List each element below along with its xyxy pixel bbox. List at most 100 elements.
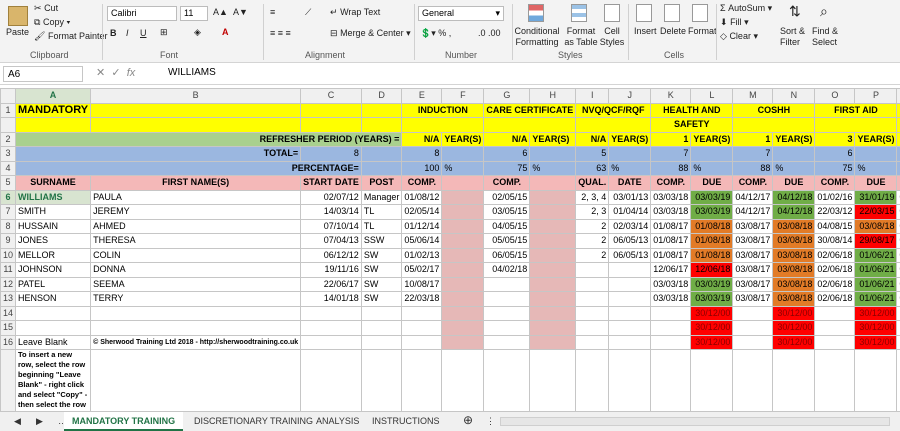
table-cell[interactable]: 2 [575, 247, 610, 263]
column-header-d[interactable]: D [360, 88, 403, 104]
cell[interactable] [483, 117, 577, 133]
clear-button[interactable]: ◇ Clear ▾ [720, 31, 758, 42]
table-cell[interactable]: 14/03/14 [300, 204, 362, 220]
table-cell[interactable] [483, 276, 531, 292]
delete-button[interactable]: Delete [660, 26, 686, 36]
table-cell[interactable]: 22/03/12 [814, 204, 856, 220]
section-first-aid[interactable]: FIRST AID [814, 102, 898, 118]
table-cell[interactable]: 02/06/18 [814, 247, 856, 263]
table-cell[interactable] [814, 320, 856, 336]
table-cell[interactable]: 06/05/13 [608, 247, 652, 263]
table-cell[interactable] [360, 305, 403, 321]
table-cell[interactable] [529, 334, 577, 350]
surname-cell[interactable]: JONES [15, 233, 92, 249]
table-cell[interactable]: 30/12/00 [690, 320, 734, 336]
table-cell[interactable]: 03/03/19 [690, 291, 734, 307]
table-cell[interactable]: 03/03/18 [650, 291, 692, 307]
column-header-n[interactable]: N [772, 88, 816, 104]
table-cell[interactable] [650, 305, 692, 321]
table-cell[interactable]: 03/08/18 [772, 218, 816, 234]
table-cell[interactable] [529, 262, 577, 278]
refresher-l[interactable]: YEAR(S) [690, 131, 734, 147]
table-cell[interactable]: 03/08/18 [772, 247, 816, 263]
table-cell[interactable] [529, 247, 577, 263]
table-cell[interactable]: 03/08/17 [732, 247, 774, 263]
table-cell[interactable]: 12/06/17 [650, 262, 692, 278]
table-cell[interactable]: 06/05/13 [608, 233, 652, 249]
cell[interactable] [608, 146, 652, 162]
table-cell[interactable]: 01/06/21 [854, 262, 898, 278]
table-cell[interactable]: 04/12/17 [732, 204, 774, 220]
column-title[interactable]: COMP. [483, 175, 531, 191]
conditional-formatting-button[interactable]: Conditional Formatting [512, 26, 562, 48]
column-title[interactable] [529, 175, 577, 191]
column-header-o[interactable]: O [814, 88, 856, 104]
cell[interactable] [814, 117, 898, 133]
table-cell[interactable]: DONNA [90, 262, 302, 278]
table-cell[interactable]: 03/08/18 [772, 276, 816, 292]
column-header-g[interactable]: G [483, 88, 531, 104]
column-title[interactable]: DATE [608, 175, 652, 191]
table-cell[interactable]: 03/03/19 [690, 276, 734, 292]
total-o[interactable]: 6 [814, 146, 856, 162]
align-top-icon[interactable]: ≡ [270, 7, 275, 17]
table-cell[interactable] [441, 262, 485, 278]
row-header-13[interactable]: 13 [0, 291, 17, 307]
tab-analysis[interactable]: ANALYSIS [308, 412, 367, 431]
table-cell[interactable]: SW [360, 276, 403, 292]
table-cell[interactable]: JEREMY [90, 204, 302, 220]
table-cell[interactable] [360, 320, 403, 336]
table-cell[interactable]: AHMED [90, 218, 302, 234]
table-cell[interactable]: TL [360, 204, 403, 220]
table-cell[interactable] [529, 291, 577, 307]
cell-styles-button[interactable]: Cell Styles [598, 26, 626, 48]
table-cell[interactable] [814, 334, 856, 350]
total-m[interactable]: 7 [732, 146, 774, 162]
percentage-m[interactable]: 88 [732, 160, 774, 176]
percentage-k[interactable]: 88 [650, 160, 692, 176]
table-cell[interactable]: 05/06/14 [401, 233, 443, 249]
table-cell[interactable]: 30/12/00 [854, 334, 898, 350]
table-cell[interactable]: 01/02/13 [401, 247, 443, 263]
total-k[interactable]: 7 [650, 146, 692, 162]
table-cell[interactable] [441, 320, 485, 336]
table-cell[interactable]: 05/05/15 [483, 233, 531, 249]
row-header-10[interactable]: 10 [0, 247, 17, 263]
row-header-2[interactable]: 2 [0, 131, 17, 147]
column-header-e[interactable]: E [401, 88, 443, 104]
table-cell[interactable]: 01/06/21 [854, 247, 898, 263]
cell[interactable] [772, 349, 816, 411]
shrink-font-icon[interactable]: A▼ [233, 7, 248, 17]
row-header-14[interactable]: 14 [0, 305, 17, 321]
tab-mandatory-training[interactable]: MANDATORY TRAINING [64, 412, 184, 431]
table-cell[interactable]: 01/04/14 [608, 204, 652, 220]
row-header-15[interactable]: 15 [0, 320, 17, 336]
table-cell[interactable]: 02/05/15 [483, 189, 531, 205]
table-cell[interactable]: SSW [360, 233, 403, 249]
table-cell[interactable]: 22/06/17 [300, 276, 362, 292]
table-cell[interactable] [575, 334, 610, 350]
table-cell[interactable]: 02/06/18 [814, 276, 856, 292]
table-cell[interactable] [814, 305, 856, 321]
row-header-8[interactable]: 8 [0, 218, 17, 234]
surname-cell[interactable]: MELLOR [15, 247, 92, 263]
merge-center-button[interactable]: ⊟ Merge & Center ▾ [330, 28, 411, 39]
percentage-g[interactable]: 75 [483, 160, 531, 176]
cell[interactable] [529, 349, 577, 411]
table-cell[interactable] [483, 334, 531, 350]
table-cell[interactable]: 03/08/18 [854, 218, 898, 234]
table-cell[interactable] [732, 320, 774, 336]
table-cell[interactable] [483, 305, 531, 321]
table-cell[interactable] [650, 320, 692, 336]
column-title[interactable]: COMP. [814, 175, 856, 191]
paste-icon[interactable] [8, 6, 28, 26]
surname-cell[interactable]: HENSON [15, 291, 92, 307]
tab-scroll-left[interactable]: ◀ [6, 412, 29, 431]
cell[interactable] [360, 102, 403, 118]
fill-button[interactable]: ⬇ Fill ▾ [720, 17, 749, 28]
enter-icon[interactable]: ✓ [111, 67, 120, 79]
table-cell[interactable]: 01/06/21 [854, 291, 898, 307]
row-header-3[interactable]: 3 [0, 146, 17, 162]
cell[interactable] [401, 117, 485, 133]
table-cell[interactable] [90, 305, 302, 321]
